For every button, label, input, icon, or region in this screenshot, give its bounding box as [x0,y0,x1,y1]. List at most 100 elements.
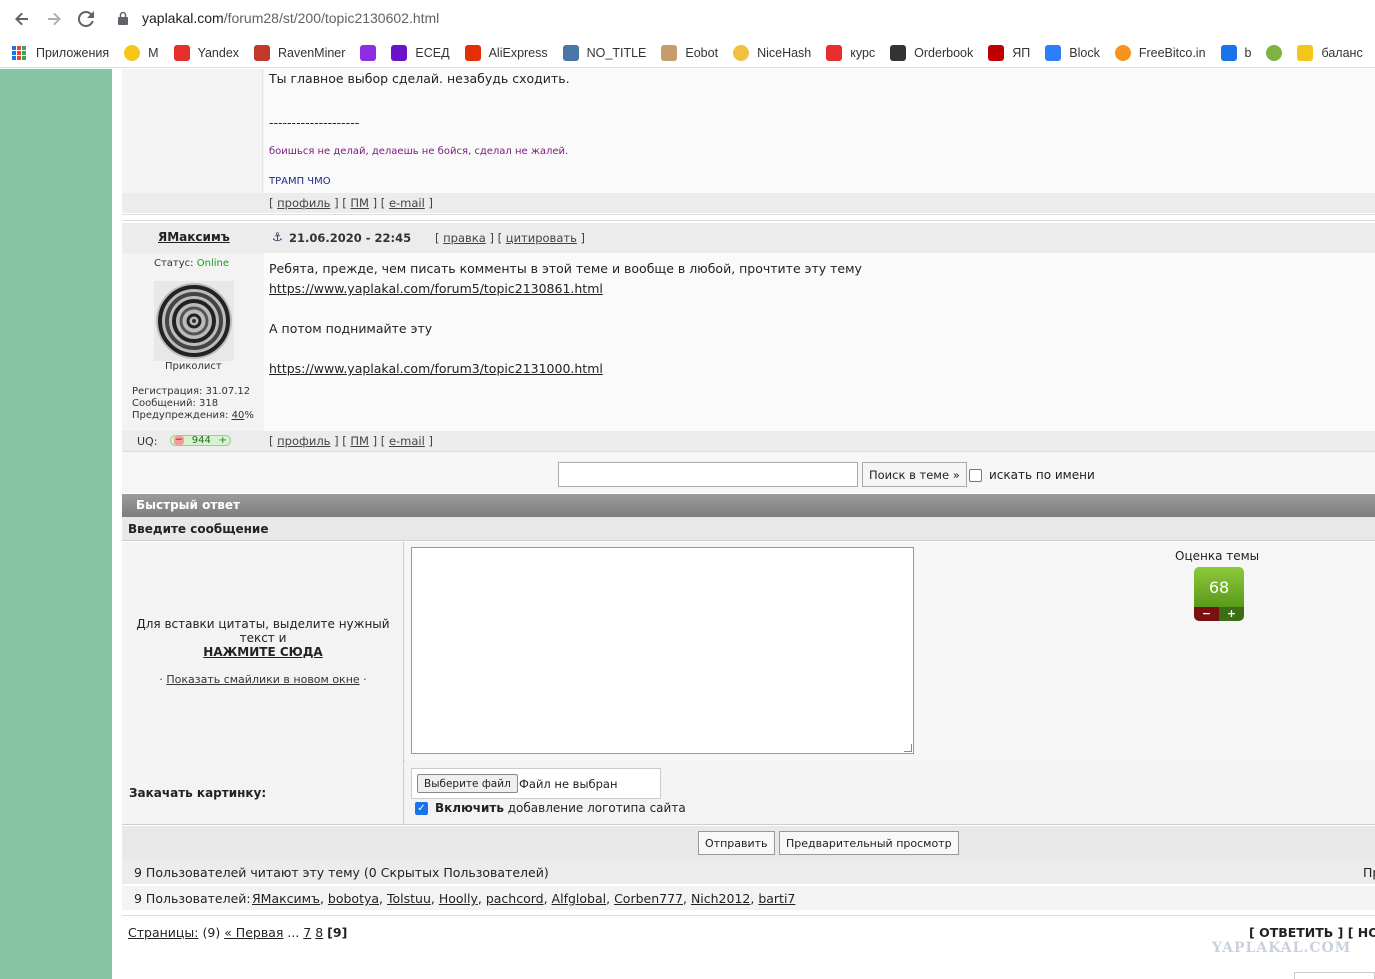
message-textarea[interactable] [411,547,914,754]
bookmark-17[interactable]: баланс [1297,44,1363,61]
bookmark-10[interactable]: курс [826,44,875,61]
bookmark-14[interactable]: FreeBitco.in [1114,44,1206,61]
quote-link[interactable]: цитировать [506,231,577,245]
address-bar: yaplakal.com/forum28/st/200/topic2130602… [0,0,1375,38]
reader-user-link[interactable]: barti7 [758,891,795,906]
url-field[interactable]: yaplakal.com/forum28/st/200/topic2130602… [142,10,439,26]
previous-post-body: Ты главное выбор сделай. незабудь сходит… [264,69,1375,193]
pages-label-link[interactable]: Страницы: [128,925,199,940]
bookmark-label: Block [1069,45,1100,60]
reply-links[interactable]: [ ОТВЕТИТЬ ] [ НО [1249,925,1375,940]
first-page-link[interactable]: « Первая [224,925,283,940]
quick-reply-title: Быстрый ответ [136,498,240,512]
pm-link[interactable]: ПМ [350,196,369,210]
uq-rating: − 944 + [170,435,231,446]
bookmark-15[interactable]: b [1220,44,1252,61]
reader-user-link[interactable]: Alfglobal [552,891,607,906]
page-8-link[interactable]: 8 [315,925,323,940]
bookmark-label: Приложения [36,45,110,60]
quote-press-here-link[interactable]: НАЖМИТЕ СЮДА [130,645,396,659]
topic-rating-value: 68 [1194,567,1244,607]
search-by-name-checkbox[interactable] [969,469,982,482]
avatar[interactable] [154,281,234,361]
bookmark-label: баланс [1321,45,1363,60]
readers-summary: 9 Пользователей читают эту тему (0 Скрыт… [134,865,549,880]
rating-plus-button[interactable]: + [1219,607,1244,621]
bookmark-label: M [148,45,159,60]
bookmark-label: NiceHash [757,45,812,60]
preview-button[interactable]: Предварительный просмотр [779,831,959,855]
email-link[interactable]: e-mail [389,196,425,210]
bookmark-8[interactable]: Eobot [661,44,718,61]
bookmark-7[interactable]: NO_TITLE [562,44,646,61]
readers-list-row: 9 Пользователей: ЯМаксимъ, bobotya, Tols… [122,886,1375,910]
reader-user-link[interactable]: Hoolly [439,891,478,906]
choose-file-button[interactable]: Выберите файл [417,774,518,793]
warnings-value[interactable]: 40 [232,410,245,421]
bookmark-label: ЕСЕД [415,45,450,60]
edit-link[interactable]: правка [443,231,486,245]
post-message: Ребята, прежде, чем писать комменты в эт… [264,253,1375,431]
bookmarks-bar: Приложения M Yandex RavenMiner ЕСЕД AliExpres… [0,38,1375,68]
reader-user-link[interactable]: ЯМаксимъ [252,891,320,906]
resize-grip-icon[interactable] [904,744,912,752]
bookmark-12[interactable]: ЯП [988,44,1030,61]
bitcoin-icon [1114,44,1131,61]
posts-count: Сообщений: 318 [132,398,219,409]
reader-user-link[interactable]: Corben777 [614,891,683,906]
bookmark-3[interactable]: RavenMiner [254,44,346,61]
quote-hint: Для вставки цитаты, выделите нужный текс… [130,617,396,659]
bookmark-4[interactable] [360,44,377,61]
reader-user-link[interactable]: pachcord [486,891,544,906]
post-link-list: [ профиль ] [ ПМ ] [ e-mail ] [269,434,433,448]
bookmark-0[interactable]: Приложения [12,45,110,60]
previous-post-author-column [122,69,263,193]
uq-plus-button[interactable]: + [219,435,227,446]
reader-user-link[interactable]: bobotya [328,891,379,906]
post-link-2[interactable]: https://www.yaplakal.com/forum3/topic213… [269,361,603,376]
post-body: Статус: Online Приколист Регистрация: 31… [122,253,1375,431]
reader-user-link[interactable]: Nich2012 [691,891,750,906]
readers-right-text: Пр [1363,865,1375,880]
back-arrow-icon[interactable] [10,7,34,31]
bookmark-2[interactable]: Yandex [173,44,239,61]
warnings-label: Предупреждения: [132,410,229,421]
bookmark-6[interactable]: AliExpress [464,44,548,61]
bookmark-5[interactable]: ЕСЕД [391,44,450,61]
bookmark-13[interactable]: Block [1045,44,1100,61]
uq-minus-button[interactable]: − [174,436,184,445]
show-smiles-link[interactable]: Показать смайлики в новом окне [166,673,359,686]
post-author-name[interactable]: ЯМаксимъ [158,230,230,244]
submit-button[interactable]: Отправить [698,831,775,855]
topic-rating-label: Оценка темы [1175,549,1260,563]
reader-user-link[interactable]: Tolstuu [387,891,431,906]
user-rank: Приколист [165,361,222,372]
rating-minus-button[interactable]: − [1194,607,1219,621]
profile-link[interactable]: профиль [277,196,330,210]
bookmark-label: RavenMiner [278,45,346,60]
signature-divider: -------------------- [269,115,360,130]
bookmark-11[interactable]: Orderbook [890,44,973,61]
pm-link[interactable]: ПМ [350,434,369,448]
post-link-1[interactable]: https://www.yaplakal.com/forum5/topic213… [269,281,603,296]
anchor-icon[interactable]: ⚓ [272,230,283,244]
bookmark-label: FreeBitco.in [1138,45,1206,60]
add-logo-label: Включить добавление логотипа сайта [435,801,686,815]
quote-hint-text: Для вставки цитаты, выделите нужный текс… [136,617,390,645]
bookmark-16[interactable] [1266,44,1283,61]
topic-search-button[interactable]: Поиск в теме » [862,462,967,487]
bookmark-9[interactable]: NiceHash [733,44,812,61]
page-7-link[interactable]: 7 [303,925,311,940]
enter-message-header: Введите сообщение [122,517,1375,541]
bookmark-label: b [1244,45,1252,60]
profile-link[interactable]: профиль [277,434,330,448]
topic-search-input[interactable] [558,462,858,487]
email-link[interactable]: e-mail [389,434,425,448]
reload-icon[interactable] [74,7,98,31]
add-logo-checkbox[interactable]: ✓ [415,802,428,815]
bookmark-1[interactable]: M [124,44,159,61]
post-footer: UQ: − 944 + [ профиль ] [ ПМ ] [ e-mail … [122,431,1375,451]
forward-arrow-icon[interactable] [42,7,66,31]
image-upload-row: Закачать картинку: Выберите файл Файл не… [122,761,1375,825]
lock-icon [118,11,128,25]
